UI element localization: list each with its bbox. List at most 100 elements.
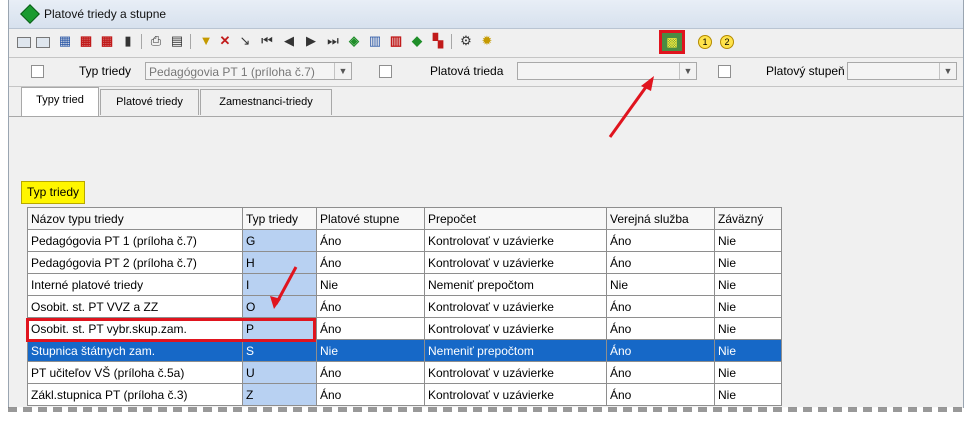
cell-code[interactable]: H <box>242 251 317 274</box>
cell-steps[interactable]: Áno <box>316 317 425 340</box>
cell-name[interactable]: Zákl.stupnica PT (príloha č.3) <box>27 383 243 406</box>
cell-code[interactable]: Z <box>242 383 317 406</box>
chevron-down-icon[interactable]: ▼ <box>679 63 696 79</box>
cell-code[interactable]: G <box>242 229 317 252</box>
cell-public[interactable]: Áno <box>606 361 715 384</box>
cell-calc[interactable]: Kontrolovať v uzávierke <box>424 361 607 384</box>
cell-code[interactable]: U <box>242 361 317 384</box>
chevron-down-icon[interactable]: ▼ <box>334 63 351 79</box>
column-header[interactable]: Typ triedy <box>242 207 317 230</box>
filter-icon[interactable]: ▼ <box>198 33 214 49</box>
column-header[interactable]: Verejná služba <box>606 207 715 230</box>
cell-steps[interactable]: Áno <box>316 383 425 406</box>
cell-steps[interactable]: Áno <box>316 295 425 318</box>
cell-binding[interactable]: Nie <box>714 383 782 406</box>
table-row[interactable]: Pedagógovia PT 2 (príloha č.7) H Áno Kon… <box>27 251 782 274</box>
table-icon[interactable]: ▦ <box>57 33 73 49</box>
cell-public[interactable]: Áno <box>606 251 715 274</box>
cell-steps[interactable]: Nie <box>316 273 425 296</box>
column-header[interactable]: Názov typu triedy <box>27 207 243 230</box>
tab-platove-triedy[interactable]: Platové triedy <box>100 89 199 115</box>
cell-name[interactable]: Stupnica štátnych zam. <box>27 339 243 362</box>
grid-alt-icon[interactable] <box>36 37 50 48</box>
cell-code[interactable]: O <box>242 295 317 318</box>
cell-name[interactable]: PT učiteľov VŠ (príloha č.5a) <box>27 361 243 384</box>
cell-calc[interactable]: Nemeniť prepočtom <box>424 339 607 362</box>
column-header[interactable]: Prepočet <box>424 207 607 230</box>
cell-name[interactable]: Pedagógovia PT 1 (príloha č.7) <box>27 229 243 252</box>
next-icon[interactable]: ▶ <box>303 33 319 49</box>
last-icon[interactable]: ⏭ <box>325 33 341 49</box>
cell-steps[interactable]: Áno <box>316 251 425 274</box>
cell-steps[interactable]: Áno <box>316 361 425 384</box>
cell-calc[interactable]: Nemeniť prepočtom <box>424 273 607 296</box>
step-filter-combo[interactable]: ▼ <box>847 62 957 80</box>
table-row[interactable]: Pedagógovia PT 1 (príloha č.7) G Áno Kon… <box>27 229 782 252</box>
bulb-icon[interactable]: ✹ <box>479 33 495 49</box>
cell-binding[interactable]: Nie <box>714 361 782 384</box>
cell-calc[interactable]: Kontrolovať v uzávierke <box>424 383 607 406</box>
table-row[interactable]: Osobit. st. PT vybr.skup.zam. P Áno Kont… <box>27 317 782 340</box>
column-header[interactable]: Záväzný <box>714 207 782 230</box>
tab-zamestnanci-triedy[interactable]: Zamestnanci-triedy <box>200 89 332 115</box>
table-edit-icon[interactable]: ▦ <box>78 33 94 49</box>
cell-binding[interactable]: Nie <box>714 295 782 318</box>
column-header[interactable]: Platové stupne <box>316 207 425 230</box>
sort-icon[interactable]: ◆ <box>409 33 425 49</box>
cell-name[interactable]: Osobit. st. PT vybr.skup.zam. <box>27 317 243 340</box>
cell-binding[interactable]: Nie <box>714 317 782 340</box>
calendar-icon[interactable]: ▤ <box>169 33 185 49</box>
table-row[interactable]: Interné platové triedy I Nie Nemeniť pre… <box>27 273 782 296</box>
highlighted-action-icon[interactable]: ▩ <box>659 30 685 54</box>
cell-public[interactable]: Áno <box>606 317 715 340</box>
step-filter-checkbox[interactable] <box>718 65 731 78</box>
cell-name[interactable]: Pedagógovia PT 2 (príloha č.7) <box>27 251 243 274</box>
settings-icon[interactable]: ⚙ <box>458 33 474 49</box>
cell-steps[interactable]: Nie <box>316 339 425 362</box>
cell-binding[interactable]: Nie <box>714 229 782 252</box>
clear-filter-icon[interactable]: ✕ <box>217 33 233 49</box>
refresh-icon[interactable]: ◈ <box>346 33 362 49</box>
tree-icon[interactable]: ▚ <box>430 33 446 49</box>
cell-name[interactable]: Osobit. st. PT VVZ a ZZ <box>27 295 243 318</box>
circle-one-icon[interactable]: 1 <box>698 35 712 49</box>
class-filter-label: Platová trieda <box>430 64 504 78</box>
cell-calc[interactable]: Kontrolovať v uzávierke <box>424 229 607 252</box>
cell-code[interactable]: S <box>242 339 317 362</box>
prev-icon[interactable]: ◀ <box>281 33 297 49</box>
table-row-selected[interactable]: Stupnica štátnych zam. S Nie Nemeniť pre… <box>27 339 782 362</box>
type-filter-checkbox[interactable] <box>31 65 44 78</box>
cell-calc[interactable]: Kontrolovať v uzávierke <box>424 251 607 274</box>
report-icon[interactable]: ▥ <box>367 33 383 49</box>
cell-public[interactable]: Áno <box>606 295 715 318</box>
class-filter-checkbox[interactable] <box>379 65 392 78</box>
cell-calc[interactable]: Kontrolovať v uzávierke <box>424 295 607 318</box>
lock-icon[interactable]: ▥ <box>388 33 404 49</box>
cell-public[interactable]: Áno <box>606 383 715 406</box>
cell-code[interactable]: P <box>242 317 317 340</box>
cell-binding[interactable]: Nie <box>714 251 782 274</box>
cell-binding[interactable]: Nie <box>714 339 782 362</box>
cell-public[interactable]: Áno <box>606 229 715 252</box>
table-row[interactable]: Osobit. st. PT VVZ a ZZ O Áno Kontrolova… <box>27 295 782 318</box>
cell-code[interactable]: I <box>242 273 317 296</box>
cell-steps[interactable]: Áno <box>316 229 425 252</box>
grid-icon[interactable] <box>17 37 31 48</box>
table-row[interactable]: Zákl.stupnica PT (príloha č.3) Z Áno Kon… <box>27 383 782 406</box>
cell-calc[interactable]: Kontrolovať v uzávierke <box>424 317 607 340</box>
tag-icon[interactable]: ↘ <box>237 33 253 49</box>
cell-binding[interactable]: Nie <box>714 273 782 296</box>
print-icon[interactable]: ⎙ <box>148 33 164 49</box>
delete-icon[interactable]: ▮ <box>120 33 136 49</box>
table-add-icon[interactable]: ▦ <box>99 33 115 49</box>
tab-typy-tried[interactable]: Typy tried <box>21 87 99 116</box>
cell-name[interactable]: Interné platové triedy <box>27 273 243 296</box>
circle-two-icon[interactable]: 2 <box>720 35 734 49</box>
chevron-down-icon[interactable]: ▼ <box>939 63 956 79</box>
first-icon[interactable]: ⏮ <box>259 33 275 49</box>
cell-public[interactable]: Nie <box>606 273 715 296</box>
class-filter-combo[interactable]: ▼ <box>517 62 697 80</box>
cell-public[interactable]: Áno <box>606 339 715 362</box>
table-row[interactable]: PT učiteľov VŠ (príloha č.5a) U Áno Kont… <box>27 361 782 384</box>
type-filter-combo[interactable]: Pedagógovia PT 1 (príloha č.7) ▼ <box>145 62 352 80</box>
